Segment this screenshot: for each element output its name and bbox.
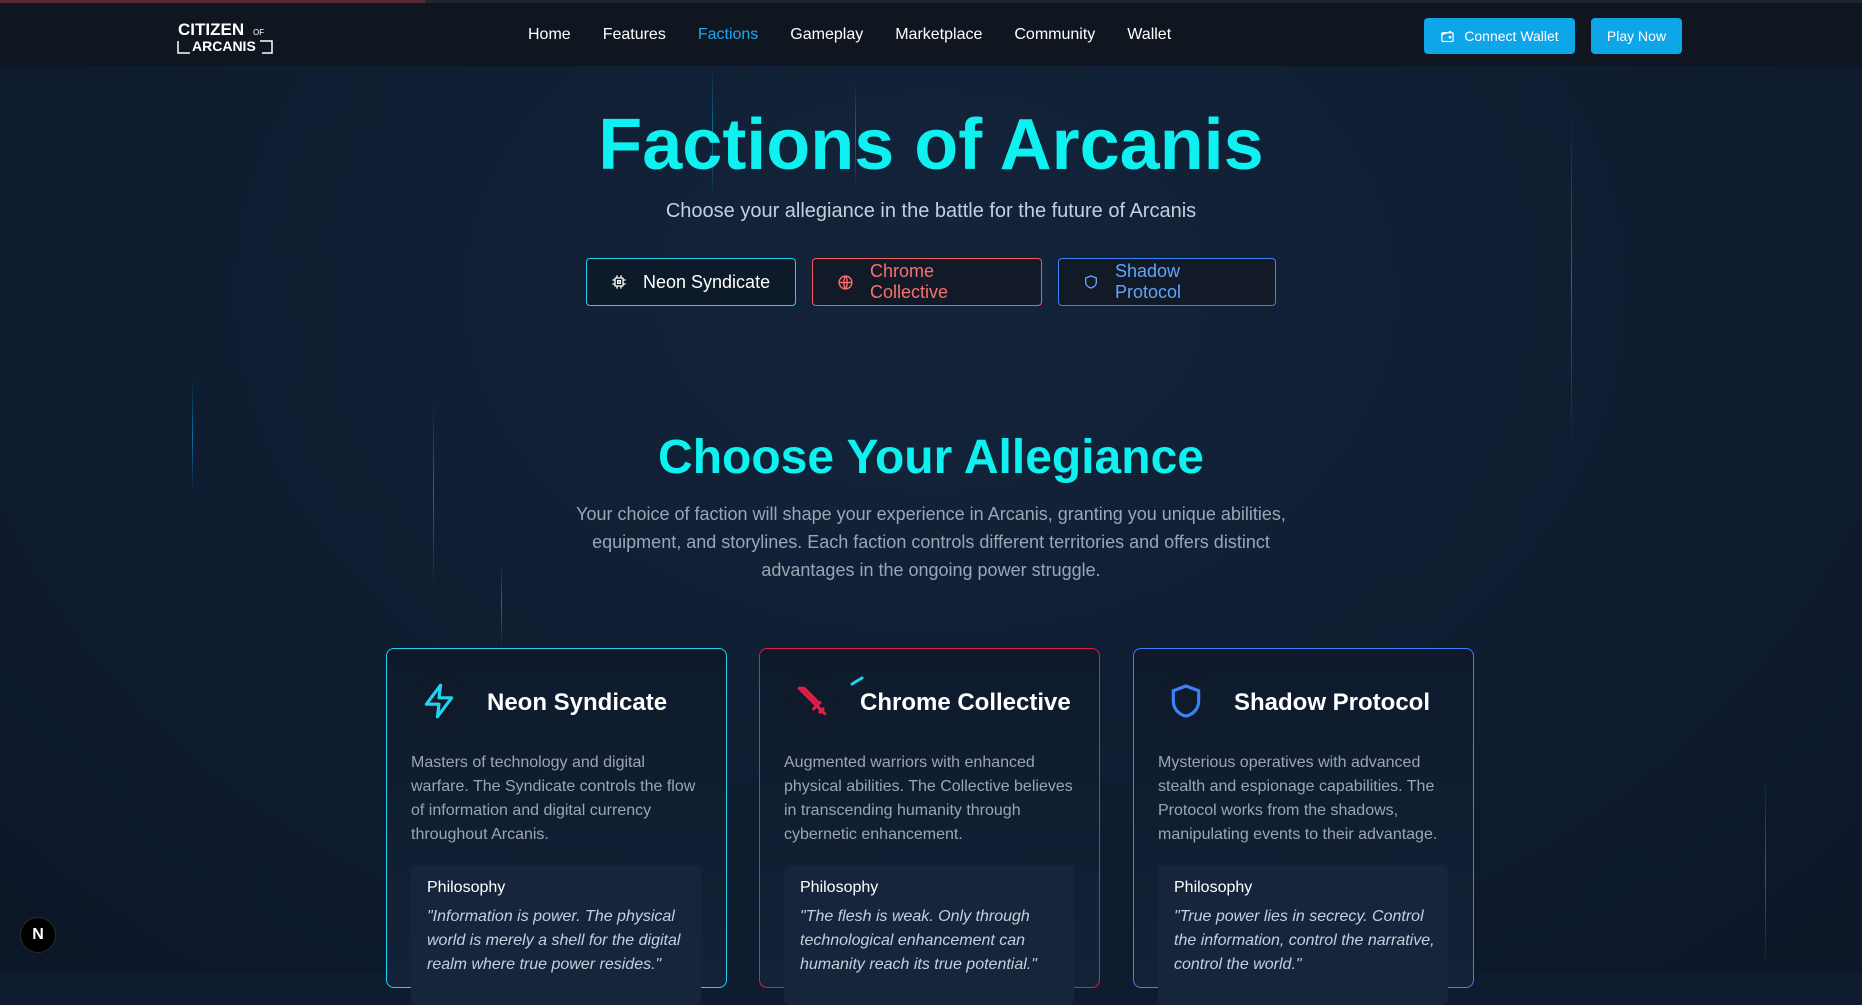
spark-particle-icon: [850, 676, 864, 686]
decor-line: [1765, 770, 1766, 973]
sword-icon: [784, 673, 840, 729]
lightning-icon: [411, 673, 467, 729]
browser-top-strip: [0, 0, 1862, 3]
svg-text:CITIZEN: CITIZEN: [178, 20, 244, 39]
nav-link-marketplace[interactable]: Marketplace: [895, 26, 982, 44]
section-title: Choose Your Allegiance: [658, 431, 1204, 484]
faction-card-shadow-protocol[interactable]: Shadow Protocol Mysterious operatives wi…: [1133, 648, 1474, 1005]
card-description: Mysterious operatives with advanced stea…: [1158, 754, 1438, 843]
decor-line: [501, 560, 502, 650]
connect-wallet-label: Connect Wallet: [1464, 28, 1559, 44]
card-title: Chrome Collective: [860, 689, 1071, 716]
tab-label: Chrome Collective: [870, 261, 949, 302]
philosophy-box: Philosophy "True power lies in secrecy. …: [1158, 865, 1448, 1005]
shield-icon: [1158, 673, 1214, 729]
philosophy-label: Philosophy: [1174, 879, 1253, 896]
philosophy-label: Philosophy: [800, 879, 879, 896]
philosophy-box: Philosophy "The flesh is weak. Only thro…: [784, 865, 1074, 1005]
nav-link-community[interactable]: Community: [1014, 26, 1095, 44]
shield-icon: [1084, 275, 1097, 289]
philosophy-label: Philosophy: [427, 879, 506, 896]
chip-icon: [612, 275, 626, 289]
play-now-label: Play Now: [1606, 28, 1667, 44]
nav-link-wallet[interactable]: Wallet: [1127, 26, 1171, 44]
dev-badge-letter: N: [32, 926, 44, 943]
card-title: Shadow Protocol: [1234, 689, 1431, 716]
tab-chrome-collective[interactable]: Chrome Collective: [812, 258, 1042, 306]
nav-link-gameplay[interactable]: Gameplay: [790, 26, 863, 44]
nav-links: Home Features Factions Gameplay Marketpl…: [528, 3, 1203, 66]
faction-card-neon-syndicate[interactable]: Neon Syndicate Masters of technology and…: [386, 648, 727, 1005]
globe-icon: [838, 274, 853, 290]
logo[interactable]: CITIZEN OF ARCANIS: [176, 17, 276, 57]
connect-wallet-button[interactable]: Connect Wallet: [1424, 18, 1575, 54]
tab-shadow-protocol[interactable]: Shadow Protocol: [1058, 258, 1276, 306]
play-now-button[interactable]: Play Now: [1591, 18, 1682, 54]
card-description: Augmented warriors with enhanced physica…: [784, 754, 1073, 843]
tab-label: Shadow Protocol: [1114, 261, 1182, 302]
faction-tabs: Neon Syndicate Chrome Collective Shadow …: [586, 258, 1292, 306]
section-description: Your choice of faction will shape your e…: [576, 504, 1286, 580]
faction-card-chrome-collective[interactable]: Chrome Collective Augmented warriors wit…: [759, 648, 1100, 1005]
nav-link-features[interactable]: Features: [603, 26, 666, 44]
dev-tools-badge[interactable]: N: [21, 918, 55, 952]
svg-text:OF: OF: [253, 28, 264, 37]
tab-label: Neon Syndicate: [643, 271, 771, 292]
nav-link-factions[interactable]: Factions: [698, 26, 758, 44]
philosophy-box: Philosophy "Information is power. The ph…: [411, 865, 701, 1005]
page-title: Factions of Arcanis: [598, 105, 1264, 185]
top-navbar: CITIZEN OF ARCANIS Home Features Faction…: [0, 3, 1862, 66]
card-description: Masters of technology and digital warfar…: [411, 754, 696, 843]
wallet-icon: [1441, 30, 1455, 42]
nav-link-home[interactable]: Home: [528, 26, 571, 44]
card-title: Neon Syndicate: [487, 689, 668, 716]
philosophy-quote: "Information is power. The physical worl…: [427, 908, 681, 973]
philosophy-quote: "True power lies in secrecy. Control the…: [1174, 908, 1435, 973]
tab-neon-syndicate[interactable]: Neon Syndicate: [586, 258, 796, 306]
svg-text:ARCANIS: ARCANIS: [192, 38, 256, 54]
philosophy-quote: "The flesh is weak. Only through technol…: [800, 908, 1037, 973]
page-subtitle: Choose your allegiance in the battle for…: [665, 200, 1197, 222]
